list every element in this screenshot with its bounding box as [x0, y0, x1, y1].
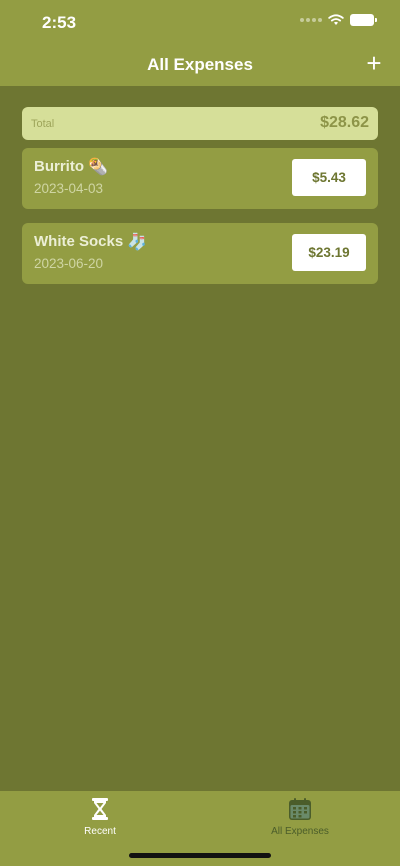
total-summary: Total $28.62	[22, 107, 378, 140]
socks-emoji-icon: 🧦	[127, 231, 148, 251]
total-label: Total	[31, 118, 55, 130]
expense-title: White Socks	[34, 233, 124, 250]
expense-name: White Socks 🧦	[34, 233, 147, 250]
burrito-emoji-icon: 🌯	[88, 156, 108, 176]
tab-label: Recent	[84, 826, 116, 837]
signal-icon	[300, 18, 322, 22]
tab-label: All Expenses	[271, 826, 329, 837]
expense-item[interactable]: White Socks 🧦 2023-06-20 $23.19	[22, 223, 378, 284]
status-time: 2:53	[42, 13, 77, 32]
wifi-icon	[328, 14, 344, 25]
tab-recent[interactable]: Recent	[0, 791, 200, 851]
add-expense-button[interactable]: +	[364, 50, 384, 76]
battery-icon	[350, 14, 377, 26]
total-value: $28.62	[320, 114, 369, 131]
page-title: All Expenses	[147, 55, 253, 74]
expense-amount: $5.43	[292, 159, 366, 196]
expense-date: 2023-06-20	[34, 256, 104, 271]
expense-amount: $23.19	[292, 234, 366, 271]
navigation-header: 2:53 All Expenses +	[0, 0, 400, 86]
tab-all-expenses[interactable]: All Expenses	[200, 791, 400, 851]
hourglass-icon	[92, 798, 108, 820]
calendar-icon	[289, 798, 311, 820]
status-icons	[300, 14, 377, 26]
expense-name: Burrito 🌯	[34, 158, 108, 175]
expense-title: Burrito	[34, 158, 84, 175]
expense-item[interactable]: Burrito 🌯 2023-04-03 $5.43	[22, 148, 378, 209]
home-indicator	[129, 853, 271, 858]
expense-date: 2023-04-03	[34, 181, 104, 196]
